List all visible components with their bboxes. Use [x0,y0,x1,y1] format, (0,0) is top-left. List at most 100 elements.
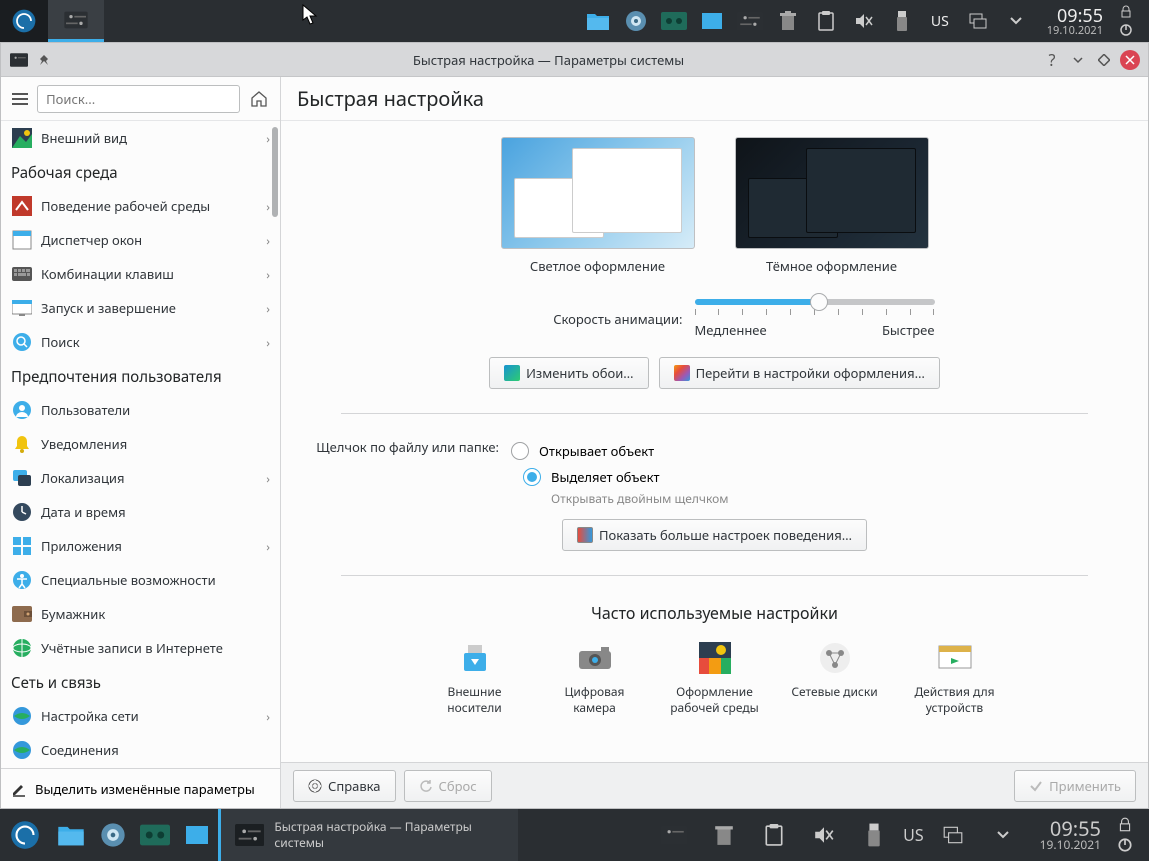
search-input[interactable] [37,85,240,113]
bottom-panel: Быстрая настройка — Параметры системы US… [0,809,1149,861]
page-title: Быстрая настройка [281,77,1148,121]
app-launcher-top[interactable] [0,0,48,42]
sidebar-item-appearance[interactable]: Внешний вид› [1,121,280,155]
dark-theme-label: Тёмное оформление [735,257,929,275]
sidebar-cat-personal: Предпочтения пользователя [1,359,280,393]
titlebar[interactable]: Быстрая настройка — Параметры системы ? [1,43,1148,77]
sidebar-item-shortcuts[interactable]: Комбинации клавиш› [1,257,280,291]
hamburger-icon[interactable] [9,87,31,111]
freq-device-actions[interactable]: Действия для устройств [910,638,1000,715]
cassette-icon-bottom[interactable] [134,814,176,856]
light-theme-thumb[interactable] [501,137,695,249]
dblclick-hint: Открывать двойным щелчком [551,490,1128,507]
desktop-icon-bottom[interactable] [176,814,218,856]
sidebar-item-notifications[interactable]: Уведомления [1,427,280,461]
sidebar-item-online-accounts[interactable]: Учётные записи в Интернете [1,631,280,665]
sidebar-item-connections[interactable]: Соединения [1,733,280,767]
pin-icon[interactable] [35,50,55,70]
frequent-title: Часто используемые настройки [301,602,1128,624]
highlight-changed-button[interactable]: Выделить изменённые параметры [1,768,280,808]
system-tray-top: US 09:55 19.10.2021 [583,5,1149,37]
chevron-down-icon-bottom[interactable] [982,814,1024,856]
radio-selects[interactable] [523,468,541,486]
settings-icon[interactable] [735,6,765,36]
sidebar-scrollbar[interactable] [272,127,278,217]
settings-icon-bottom[interactable] [653,814,695,856]
theme-settings-button[interactable]: Перейти в настройки оформления… [659,357,940,389]
clipboard-icon-bottom[interactable] [753,814,795,856]
sidebar-item-search[interactable]: Поиск› [1,325,280,359]
lock-icon-bottom[interactable] [1117,817,1133,833]
sidebar-item-window-mgmt[interactable]: Диспетчер окон› [1,223,280,257]
sidebar-item-wallet[interactable]: Бумажник [1,597,280,631]
app-launcher-bottom[interactable] [0,809,50,861]
help-titlebar-icon[interactable]: ? [1042,50,1062,70]
sidebar-item-startup[interactable]: Запуск и завершение› [1,291,280,325]
sidebar-item-accessibility[interactable]: Специальные возможности [1,563,280,597]
keyboard-layout-bottom[interactable]: US [903,824,923,846]
chevron-right-icon: › [266,130,270,147]
browser-icon[interactable] [621,6,651,36]
radio-opens[interactable] [511,442,529,460]
task-settings-top[interactable] [48,0,104,42]
sidebar: Внешний вид› Рабочая среда Поведение раб… [1,77,281,808]
home-icon[interactable] [246,85,272,113]
usb-icon-bottom[interactable] [853,814,895,856]
dark-theme-thumb[interactable] [735,137,929,249]
volume-mute-icon-bottom[interactable] [803,814,845,856]
more-behavior-button[interactable]: Показать больше настроек поведения… [562,519,867,551]
power-icon[interactable] [1119,23,1133,37]
settings-window: Быстрая настройка — Параметры системы ? … [0,42,1149,809]
titlebar-app-icon [9,50,29,70]
clock-top[interactable]: 09:55 19.10.2021 [1039,7,1111,36]
network-icon[interactable] [963,6,993,36]
freq-camera[interactable]: Цифровая камера [550,638,640,715]
system-tray-bottom: US 09:55 19.10.2021 [653,814,1149,856]
theme-icon [674,365,690,381]
files-icon[interactable] [583,6,613,36]
sidebar-cat-workspace: Рабочая среда [1,155,280,189]
freq-netdrives[interactable]: Сетевые диски [790,638,880,715]
chevron-down-icon[interactable] [1001,6,1031,36]
files-icon-bottom[interactable] [50,814,92,856]
click-label: Щелчок по файлу или папке: [301,438,511,456]
cassette-icon[interactable] [659,6,689,36]
top-panel: US 09:55 19.10.2021 [0,0,1149,42]
clock-bottom[interactable]: 09:55 19.10.2021 [1032,819,1109,851]
anim-speed-slider[interactable]: МедленнееБыстрее [695,299,935,339]
sidebar-item-datetime[interactable]: Дата и время [1,495,280,529]
minimize-icon[interactable] [1068,50,1088,70]
help-button[interactable]: Справка [293,770,396,802]
keyboard-layout-top[interactable]: US [925,12,955,31]
light-theme-label: Светлое оформление [501,257,695,275]
sidebar-cat-network: Сеть и связь [1,665,280,699]
trash-icon[interactable] [773,6,803,36]
footer: Справка Сброс Применить [281,762,1148,808]
usb-icon[interactable] [887,6,917,36]
browser-icon-bottom[interactable] [92,814,134,856]
clipboard-icon[interactable] [811,6,841,36]
reset-button: Сброс [404,770,492,802]
task-settings-bottom[interactable]: Быстрая настройка — Параметры системы [218,809,518,861]
power-icon-bottom[interactable] [1117,837,1133,853]
window-title: Быстрая настройка — Параметры системы [55,51,1042,69]
sidebar-item-network[interactable]: Настройка сети› [1,699,280,733]
freq-theme[interactable]: Оформление рабочей среды [670,638,760,715]
maximize-icon[interactable] [1094,50,1114,70]
sidebar-item-workspace-behavior[interactable]: Поведение рабочей среды› [1,189,280,223]
desktop-icon[interactable] [697,6,727,36]
close-icon[interactable] [1120,50,1140,70]
freq-removable[interactable]: Внешние носители [430,638,520,715]
volume-mute-icon[interactable] [849,6,879,36]
lock-icon[interactable] [1119,5,1133,19]
behavior-icon [577,527,593,543]
anim-speed-label: Скорость анимации: [495,310,695,328]
network-icon-bottom[interactable] [932,814,974,856]
trash-icon-bottom[interactable] [703,814,745,856]
sidebar-item-locale[interactable]: Локализация› [1,461,280,495]
wallpaper-icon [504,365,520,381]
change-wallpaper-button[interactable]: Изменить обои… [489,357,648,389]
apply-button: Применить [1014,770,1136,802]
sidebar-item-apps[interactable]: Приложения› [1,529,280,563]
sidebar-item-users[interactable]: Пользователи [1,393,280,427]
